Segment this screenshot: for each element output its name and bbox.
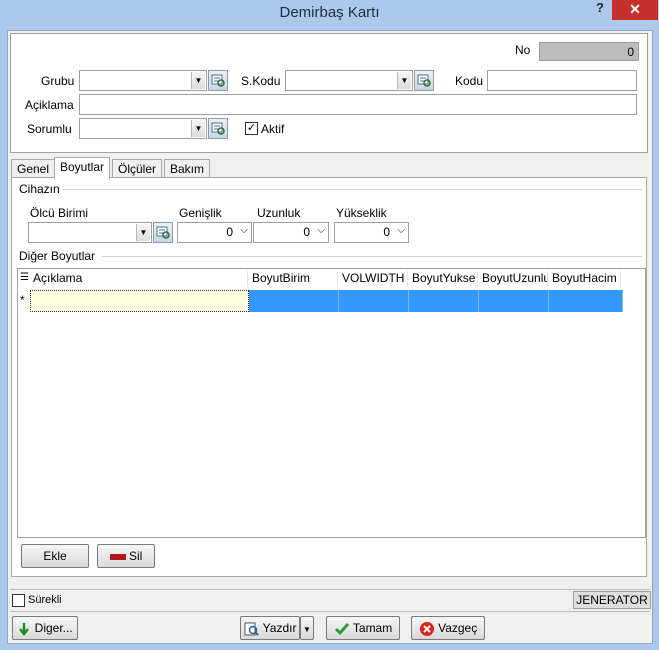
arrow-down-icon [19,622,30,636]
lookup-icon [156,226,170,239]
checkmark-icon [334,622,349,636]
tamam-button[interactable]: Tamam [326,616,400,640]
title-bar: Demirbaş Kartı ? ✕ [0,0,659,30]
aktif-label: Aktif [261,122,285,136]
grubu-combo[interactable]: ▼ [79,70,207,91]
remove-icon [109,553,126,560]
aciklama-input[interactable] [79,94,637,115]
skodu-combo[interactable]: ▼ [285,70,413,91]
cihazin-group-title: Cihazın [19,182,60,196]
grid-cell-boyutuzunlu[interactable] [479,290,549,312]
yazdir-button[interactable]: Yazdır [240,616,300,640]
chevron-down-icon[interactable]: ▼ [191,120,205,137]
column-header-boyutbirim[interactable]: BoyutBirim [249,271,338,287]
cancel-icon [419,621,434,636]
olcu-birimi-lookup-button[interactable] [153,222,173,243]
divider [102,256,642,257]
diger-button[interactable]: Diger... [12,616,78,640]
lookup-icon [417,74,431,87]
chevron-down-icon: ▼ [303,625,311,634]
chevron-down-icon[interactable]: ▼ [397,72,411,89]
column-header-volwidth[interactable]: VOLWIDTH [339,271,408,287]
surekli-label: Sürekli [28,594,62,606]
column-header-boyuthacim[interactable]: BoyutHacim [549,271,621,287]
grid-cell-boyutbirim[interactable] [249,290,339,312]
column-header-boyutyukse[interactable]: BoyutYukse [409,271,478,287]
sil-label: Sil [129,549,143,563]
tab-olculer[interactable]: Ölçüler [112,159,163,178]
grid-cell-boyuthacim[interactable] [549,290,623,312]
column-header-aciklama[interactable]: Açıklama [30,271,248,287]
diger-label: Diger... [34,621,73,635]
kodu-label: Kodu [455,74,484,88]
yazdir-dropdown-button[interactable]: ▼ [300,616,314,640]
sil-button[interactable]: Sil [97,544,155,568]
footer-bar: Diger... Yazdır ▼ Tamam Vazgeç [10,611,650,643]
column-header-boyutuzunlu[interactable]: BoyutUzunlu [479,271,548,287]
chevron-down-icon[interactable]: ⌵ [317,225,325,236]
chevron-down-icon[interactable]: ⌵ [240,225,248,236]
lookup-icon [211,74,225,87]
uzunluk-label: Uzunluk [257,206,301,220]
close-button[interactable]: ✕ [612,0,658,20]
yukseklik-input[interactable]: 0 ⌵ [334,222,409,243]
vazgec-button[interactable]: Vazgeç [411,616,485,640]
chevron-down-icon[interactable]: ▼ [136,224,150,241]
yukseklik-value: 0 [383,225,390,239]
diger-boyutlar-title: Diğer Boyutlar [19,249,96,263]
sorumlu-label: Sorumlu [27,122,72,136]
grid-cell-volwidth[interactable] [339,290,409,312]
help-button[interactable]: ? [590,0,610,18]
grid-cell-boyutyukse[interactable] [409,290,479,312]
aciklama-label: Açiklama [25,98,74,112]
surekli-checkbox[interactable] [12,594,25,607]
grid-menu-icon[interactable]: ☰ [20,272,29,283]
yukseklik-label: Yükseklik [336,206,387,220]
new-row-marker: * [20,293,25,307]
grubu-label: Grubu [41,74,75,88]
genislik-label: Genişlik [179,206,222,220]
status-bar: Sürekli JENERATOR [10,589,651,609]
uzunluk-input[interactable]: 0 ⌵ [253,222,329,243]
no-label: No [515,43,531,57]
sorumlu-lookup-button[interactable] [208,118,228,139]
skodu-label: S.Kodu [241,74,281,88]
jenerator-indicator: JENERATOR [573,591,651,609]
grid-cell-aciklama[interactable] [30,290,249,312]
olcu-birimi-combo[interactable]: ▼ [28,222,152,243]
kodu-input[interactable] [487,70,637,91]
ekle-button[interactable]: Ekle [21,544,89,568]
no-field: 0 [539,42,639,61]
genislik-input[interactable]: 0 ⌵ [177,222,252,243]
window-title: Demirbaş Kartı [279,4,380,21]
tamam-label: Tamam [352,621,393,635]
yazdir-label: Yazdır [262,621,297,635]
grubu-lookup-button[interactable] [208,70,228,91]
sorumlu-combo[interactable]: ▼ [79,118,207,139]
genislik-value: 0 [226,225,233,239]
chevron-down-icon[interactable]: ▼ [191,72,205,89]
tab-boyutlar[interactable]: Boyutlar [54,157,111,179]
olcu-birimi-label: Ölcü Birimi [30,206,89,220]
skodu-lookup-button[interactable] [414,70,434,91]
diger-boyutlar-grid[interactable]: ☰ Açıklama BoyutBirim VOLWIDTH BoyutYuks… [17,268,646,538]
print-preview-icon [244,622,259,636]
boyutlar-panel: Cihazın Ölcü Birimi ▼ Genişlik 0 ⌵ Uzunlu… [11,177,647,577]
divider [62,189,642,190]
vazgec-label: Vazgeç [438,621,478,635]
aktif-checkbox[interactable]: ✓ [245,122,258,135]
chevron-down-icon[interactable]: ⌵ [397,225,405,236]
header-panel: No 0 Grubu ▼ S.Kodu ▼ Kodu Açiklama Soru… [10,33,648,153]
tab-bakim[interactable]: Bakım [164,159,211,178]
lookup-icon [211,122,225,135]
dialog-body: No 0 Grubu ▼ S.Kodu ▼ Kodu Açiklama Soru… [7,30,653,644]
uzunluk-value: 0 [303,225,310,239]
tab-genel[interactable]: Genel [11,159,56,178]
